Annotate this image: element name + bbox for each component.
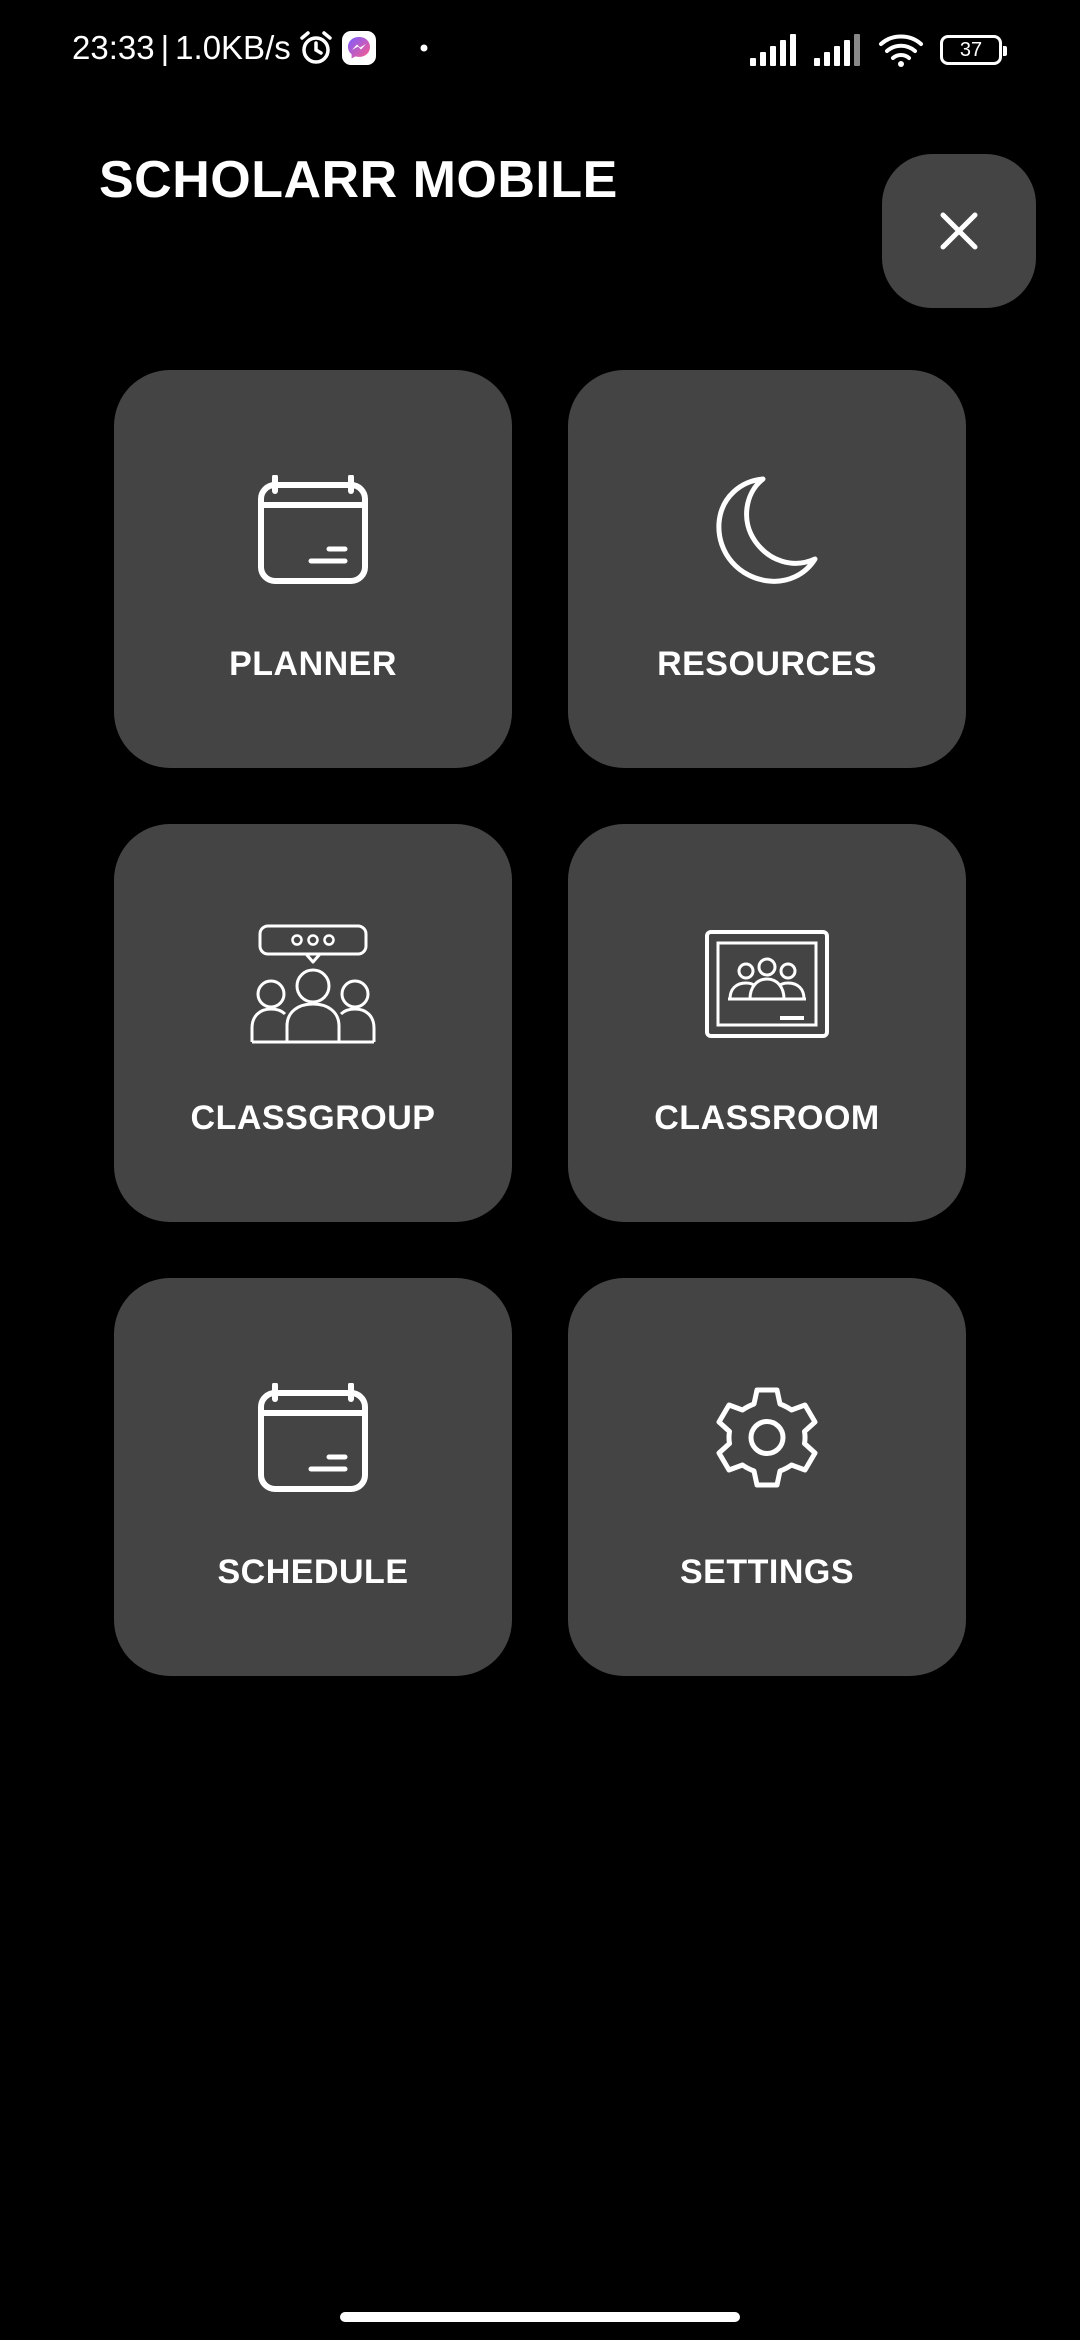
status-left: 23:33 | 1.0KB/s [72, 26, 429, 70]
status-right: 37 [750, 28, 1007, 72]
schedule-tile[interactable]: SCHEDULE [114, 1278, 512, 1676]
resources-tile[interactable]: RESOURCES [568, 370, 966, 768]
planner-tile[interactable]: PLANNER [114, 370, 512, 768]
calendar-icon [114, 1378, 512, 1498]
status-time: 23:33 [72, 29, 155, 66]
wifi-icon [878, 32, 924, 68]
signal-icon [750, 34, 798, 66]
home-indicator[interactable] [340, 2312, 740, 2322]
planner-label: PLANNER [229, 645, 397, 683]
resources-label: RESOURCES [657, 645, 877, 683]
calendar-icon [114, 470, 512, 590]
schedule-label: SCHEDULE [217, 1553, 409, 1591]
alarm-icon [297, 29, 335, 67]
close-button[interactable] [882, 154, 1036, 308]
status-bar: 23:33 | 1.0KB/s 37 [0, 0, 1080, 96]
classgroup-tile[interactable]: CLASSGROUP [114, 824, 512, 1222]
network-speed: 1.0KB/s [175, 29, 291, 66]
app-title: SCHOLARR MOBILE [99, 151, 618, 209]
settings-label: SETTINGS [679, 1553, 855, 1591]
notification-dot-icon [419, 43, 429, 53]
status-separator: | [160, 29, 170, 66]
classroom-board-icon [568, 924, 966, 1044]
moon-icon [568, 470, 966, 590]
close-icon [937, 209, 981, 253]
messenger-icon [341, 30, 377, 66]
battery-level: 37 [959, 38, 983, 61]
gear-icon [568, 1378, 966, 1498]
battery-icon: 37 [940, 35, 1007, 65]
settings-tile[interactable]: SETTINGS [568, 1278, 966, 1676]
group-chat-icon [114, 924, 512, 1044]
classgroup-label: CLASSGROUP [190, 1099, 436, 1137]
classroom-tile[interactable]: CLASSROOM [568, 824, 966, 1222]
signal-icon [814, 34, 862, 66]
classroom-label: CLASSROOM [654, 1099, 880, 1137]
